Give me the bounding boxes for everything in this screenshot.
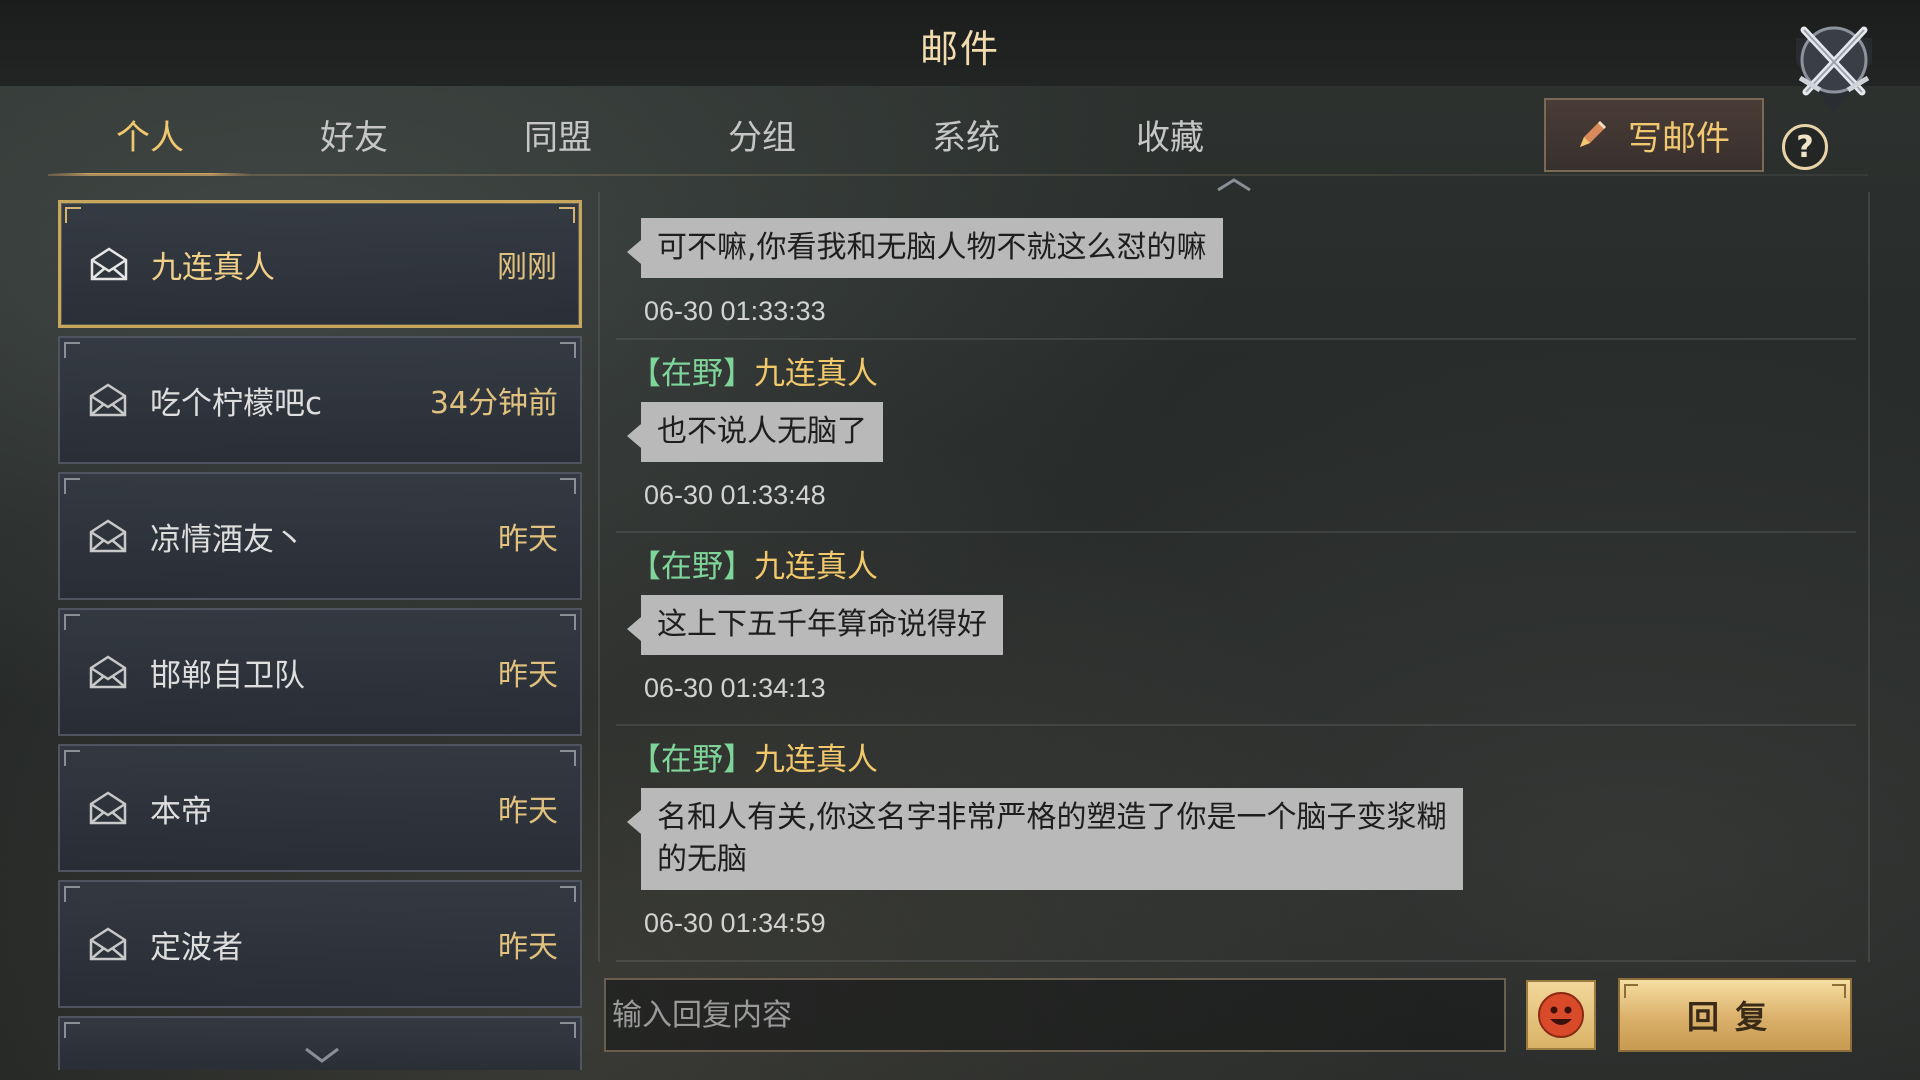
- compose-mail-button[interactable]: 写邮件: [1544, 98, 1764, 172]
- smiley-icon: [1538, 992, 1584, 1038]
- sender-faction: 【在野】: [630, 356, 754, 392]
- mail-list-item[interactable]: 凉情酒友丶 昨天: [58, 472, 582, 600]
- close-button[interactable]: [1778, 18, 1890, 130]
- conversation-panel: 可不嘛,你看我和无脑人物不就这么怼的嘛 06-30 01:33:33 【在野】九…: [598, 192, 1870, 962]
- compose-mail-label: 写邮件: [1628, 118, 1730, 159]
- envelope-icon: [89, 655, 127, 689]
- tab-system[interactable]: 系统: [864, 92, 1068, 176]
- mail-time: 刚刚: [497, 250, 557, 285]
- tab-personal[interactable]: 个人: [48, 92, 252, 176]
- message-block: 【在野】九连真人 这上下五千年算命说得好 06-30 01:34:13: [616, 533, 1856, 726]
- message-timestamp: 06-30 01:33:33: [644, 296, 826, 326]
- sender-name: 九连真人: [754, 356, 878, 392]
- message-block: 【在野】九连真人 名和人有关,你这名字非常严格的塑造了你是一个脑子变浆糊 的无脑…: [616, 726, 1856, 962]
- chevron-up-icon: [1217, 178, 1251, 192]
- page-title: 邮件: [919, 27, 1000, 71]
- sender-name: 九连真人: [754, 742, 878, 778]
- sender-faction: 【在野】: [630, 742, 754, 778]
- emoji-button[interactable]: [1526, 980, 1596, 1050]
- mail-list-item[interactable]: 本帝 昨天: [58, 744, 582, 872]
- envelope-icon: [89, 383, 127, 417]
- mail-list-item[interactable]: 吃个柠檬吧c 34分钟前: [58, 336, 582, 464]
- message-text-line: 名和人有关,你这名字非常严格的塑造了你是一个脑子变浆糊: [657, 800, 1447, 835]
- message-sender[interactable]: 【在野】九连真人: [630, 348, 878, 393]
- mail-time: 昨天: [498, 794, 558, 829]
- message-block: 【在野】九连真人 也不说人无脑了 06-30 01:33:48: [616, 340, 1856, 533]
- message-bubble: 可不嘛,你看我和无脑人物不就这么怼的嘛: [627, 218, 1223, 278]
- message-sender[interactable]: 【在野】九连真人: [630, 541, 878, 586]
- message-text-line: 的无脑: [657, 842, 747, 877]
- message-sender[interactable]: 【在野】九连真人: [630, 734, 878, 779]
- mail-sender-name: 定波者: [150, 929, 243, 966]
- mail-sender-name: 吃个柠檬吧c: [150, 385, 323, 422]
- reply-input[interactable]: [604, 978, 1506, 1052]
- mail-list-item[interactable]: 九连真人 刚刚: [58, 200, 582, 328]
- mail-list-item[interactable]: 定波者 昨天: [58, 880, 582, 1008]
- mail-sender-name: 邯郸自卫队: [150, 657, 305, 694]
- mail-sender-name: 本帝: [150, 793, 212, 830]
- mail-list: 九连真人 刚刚 吃个柠檬吧c 34分钟前 凉情酒友丶 昨天 邯郸自卫队 昨天 本…: [52, 192, 592, 1070]
- chevron-down-icon[interactable]: [302, 1046, 342, 1064]
- envelope-icon: [89, 791, 127, 825]
- message-bubble: 名和人有关,你这名字非常严格的塑造了你是一个脑子变浆糊 的无脑: [627, 788, 1463, 890]
- tab-favorites[interactable]: 收藏: [1068, 92, 1272, 176]
- reply-send-button[interactable]: 回复: [1618, 978, 1852, 1052]
- reply-send-label: 回复: [1686, 998, 1783, 1036]
- mail-sender-name: 凉情酒友丶: [150, 521, 305, 558]
- message-bubble: 这上下五千年算命说得好: [627, 595, 1003, 655]
- tab-friends[interactable]: 好友: [252, 92, 456, 176]
- tab-divider: [48, 174, 1868, 176]
- envelope-icon: [90, 247, 128, 281]
- crossed-swords-icon: [1796, 26, 1872, 114]
- envelope-icon: [89, 519, 127, 553]
- mail-time: 昨天: [498, 930, 558, 965]
- message-bubble: 也不说人无脑了: [627, 402, 883, 462]
- message-timestamp: 06-30 01:34:13: [644, 673, 826, 703]
- mail-sender-name: 九连真人: [151, 249, 275, 286]
- envelope-icon: [89, 927, 127, 961]
- sender-name: 九连真人: [754, 549, 878, 585]
- sender-faction: 【在野】: [630, 549, 754, 585]
- mail-list-item[interactable]: 邯郸自卫队 昨天: [58, 608, 582, 736]
- message-timestamp: 06-30 01:34:59: [644, 908, 826, 938]
- message-timestamp: 06-30 01:33:48: [644, 480, 826, 510]
- mail-category-tabs: 个人 好友 同盟 分组 系统 收藏: [48, 92, 1272, 176]
- tab-alliance[interactable]: 同盟: [456, 92, 660, 176]
- pencil-icon: [1580, 121, 1606, 147]
- title-bar: 邮件: [0, 0, 1920, 86]
- mail-time: 昨天: [498, 658, 558, 693]
- mail-time: 昨天: [498, 522, 558, 557]
- message-block: 可不嘛,你看我和无脑人物不就这么怼的嘛 06-30 01:33:33: [616, 192, 1856, 340]
- help-button[interactable]: ?: [1782, 124, 1828, 170]
- tab-group[interactable]: 分组: [660, 92, 864, 176]
- mail-time: 34分钟前: [429, 386, 558, 421]
